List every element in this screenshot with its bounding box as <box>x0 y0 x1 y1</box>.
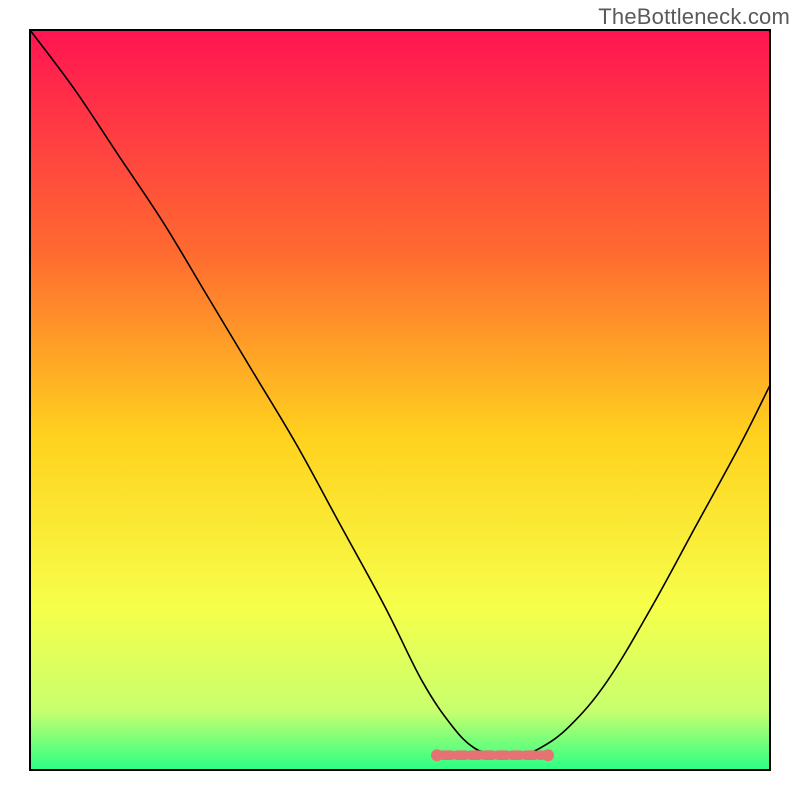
watermark-text: TheBottleneck.com <box>598 4 790 30</box>
chart-container: TheBottleneck.com <box>0 0 800 800</box>
bottleneck-chart <box>0 0 800 800</box>
plot-background <box>30 30 770 770</box>
optimal-region-marker <box>431 749 554 761</box>
